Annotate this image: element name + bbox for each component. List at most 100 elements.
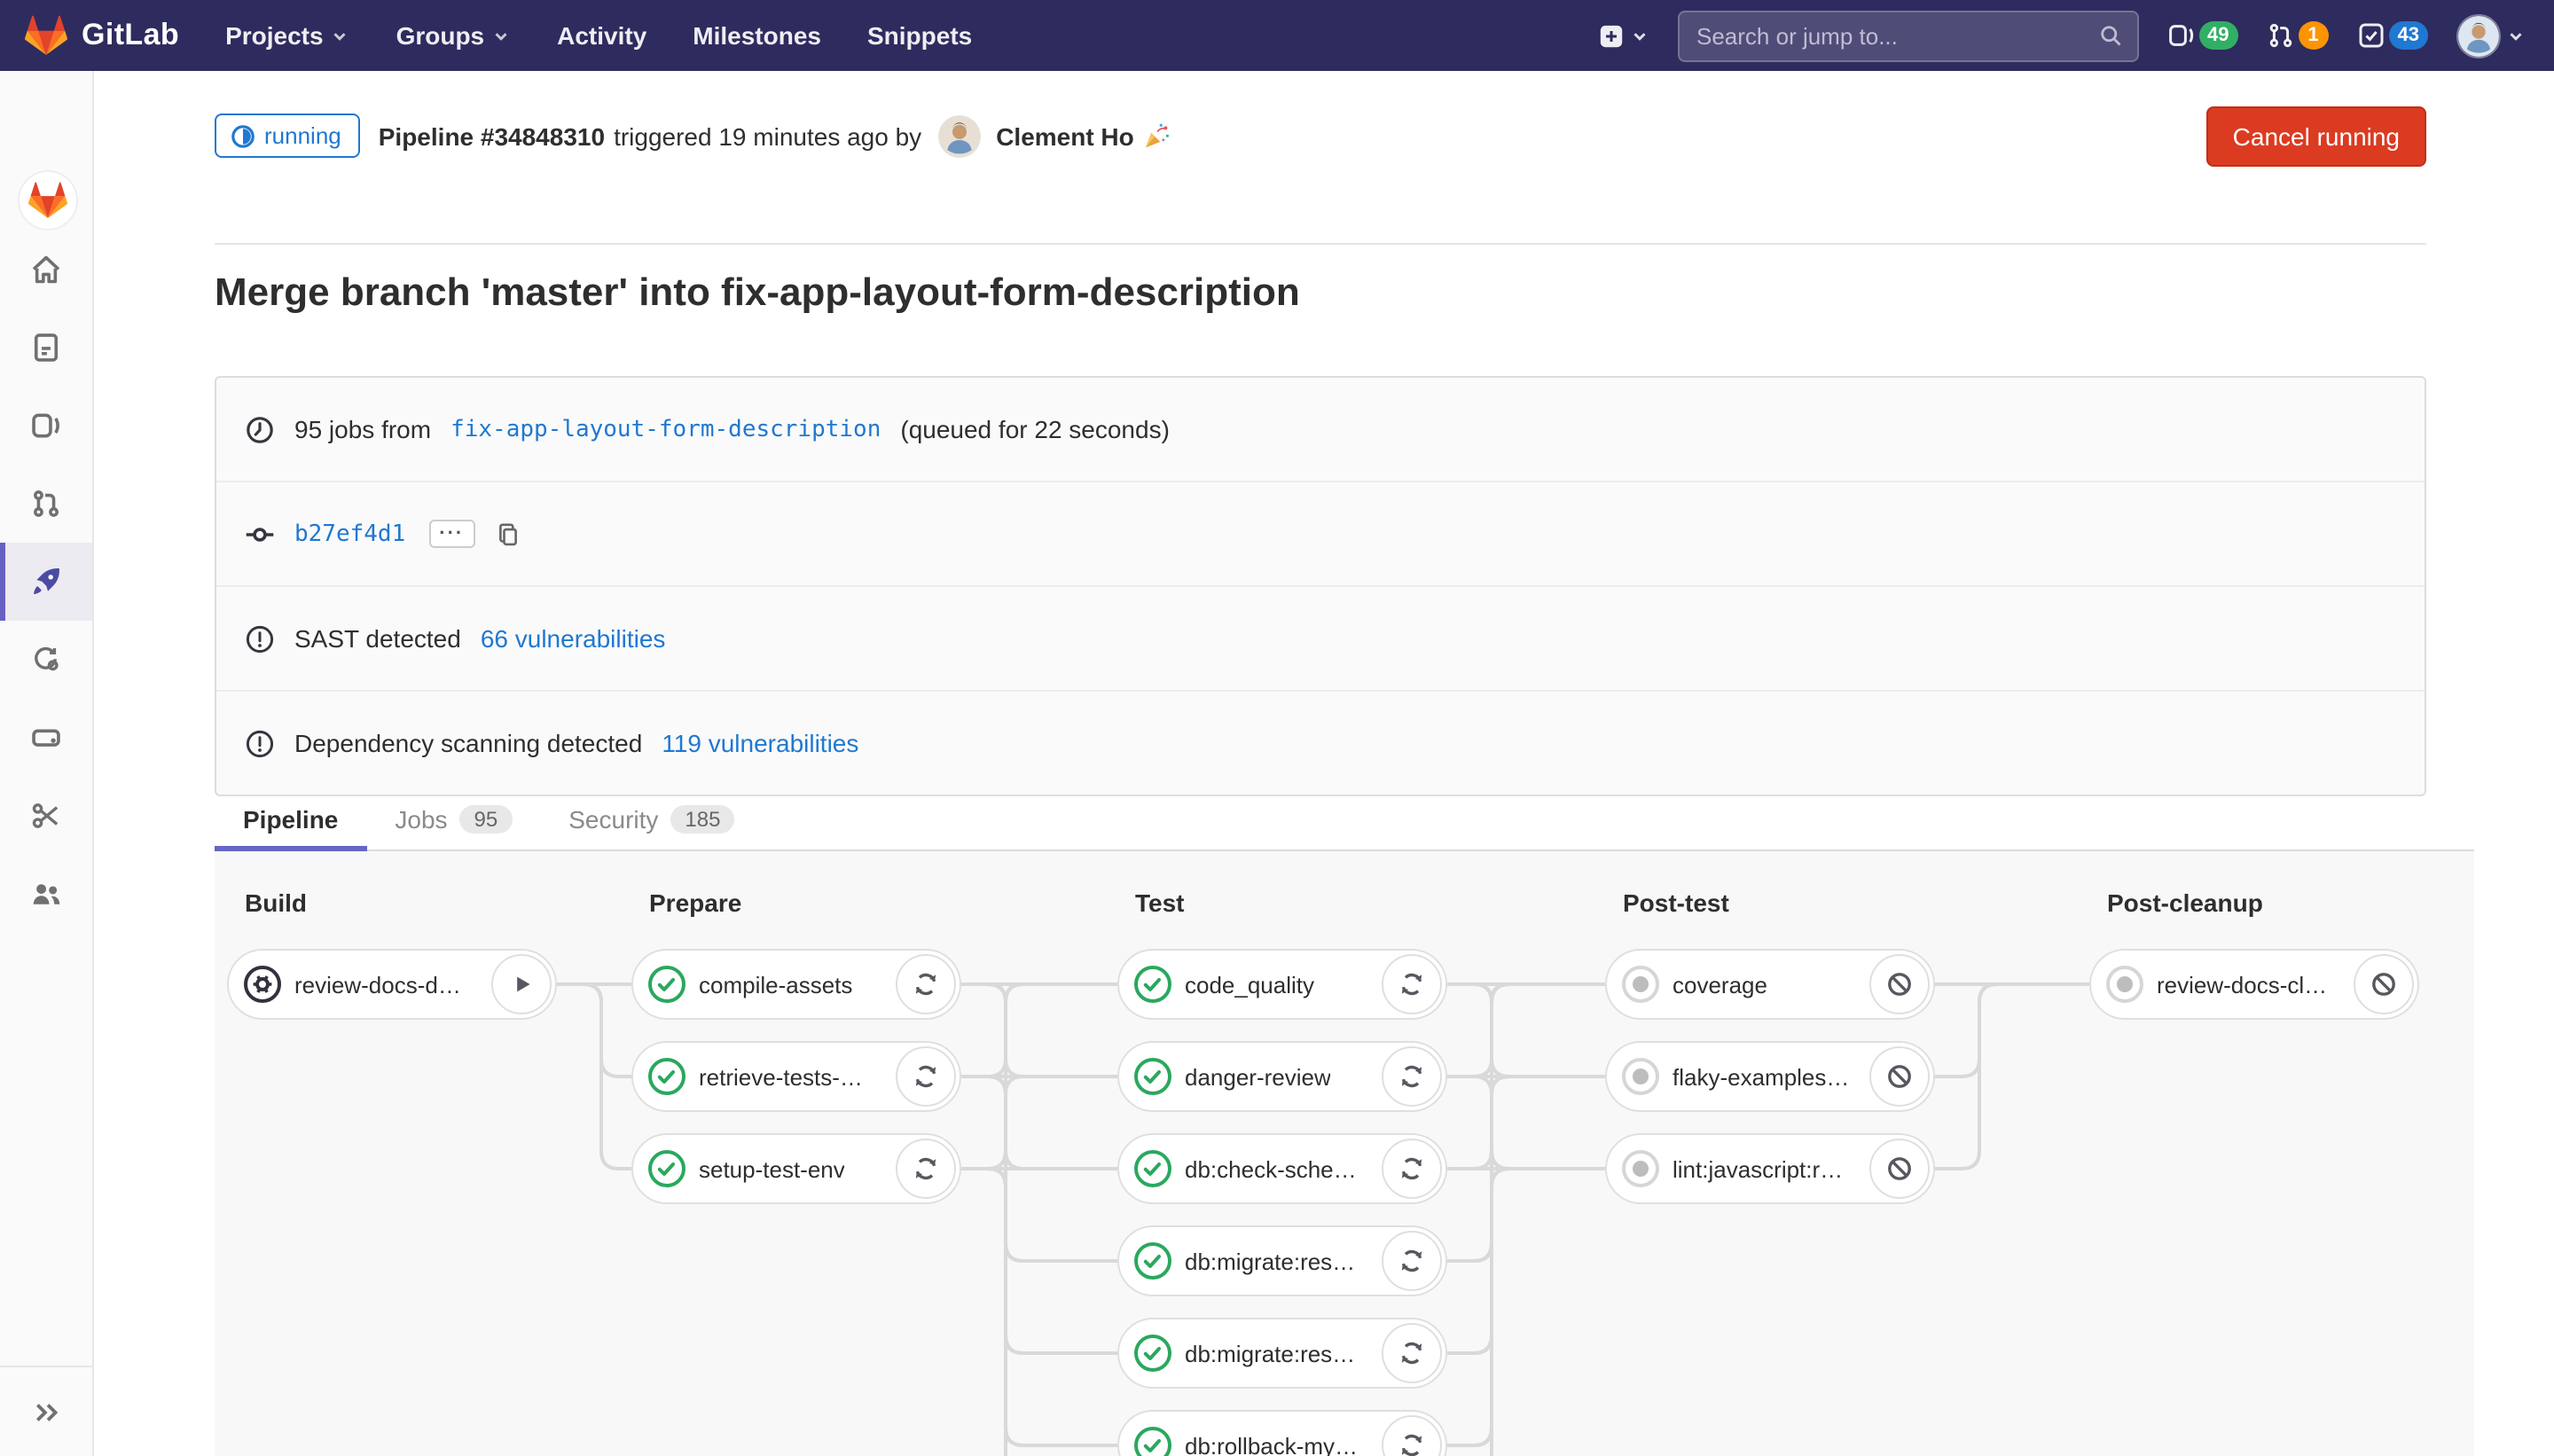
search-box[interactable] — [1677, 10, 2138, 61]
nav-item-projects[interactable]: Projects — [225, 21, 350, 50]
retry-job-button[interactable] — [1382, 1046, 1442, 1107]
nav-item-label: Groups — [396, 21, 485, 50]
issues-count-badge: 49 — [2198, 21, 2238, 50]
tab-pipeline[interactable]: Pipeline — [215, 789, 366, 849]
commit-sha-link[interactable]: b27ef4d1 — [294, 521, 405, 547]
cancel-job-button[interactable] — [1869, 1046, 1930, 1107]
pipeline-job-node[interactable]: lint:javascript:r… — [1605, 1133, 1935, 1204]
double-chevron-right-icon — [31, 1397, 61, 1427]
stage-header-build: Build — [245, 888, 307, 917]
pipeline-job-node[interactable]: db:migrate:res… — [1117, 1318, 1447, 1389]
alert-circle-icon — [245, 623, 275, 654]
tab-label: Pipeline — [243, 805, 338, 834]
retry-job-button[interactable] — [1382, 1323, 1442, 1383]
retry-job-button[interactable] — [896, 1046, 956, 1107]
sast-row: SAST detected 66 vulnerabilities — [216, 585, 2425, 690]
pipeline-job-node[interactable]: review-docs-d… — [227, 949, 557, 1020]
nav-item-label: Projects — [225, 21, 324, 50]
tab-security[interactable]: Security185 — [540, 789, 763, 849]
chevron-down-icon — [331, 26, 350, 45]
retry-job-button[interactable] — [1382, 1415, 1442, 1456]
cancel-running-button[interactable]: Cancel running — [2206, 106, 2426, 166]
jobs-count-text: 95 jobs from — [294, 415, 431, 443]
sidebar-item-ci-cd[interactable] — [0, 543, 92, 621]
project-avatar[interactable] — [18, 170, 78, 231]
pipeline-job-node[interactable]: coverage — [1605, 949, 1935, 1020]
cancel-job-button[interactable] — [1869, 1139, 1930, 1199]
todo-check-icon — [2357, 21, 2386, 50]
pipeline-job-node[interactable]: compile-assets — [631, 949, 961, 1020]
status-success-icon — [1133, 1057, 1172, 1096]
play-job-button[interactable] — [491, 954, 552, 1014]
nav-item-label: Milestones — [693, 21, 821, 50]
nav-item-milestones[interactable]: Milestones — [693, 21, 821, 50]
issues-counter[interactable]: 49 — [2166, 21, 2238, 50]
sidebar-item-project-overview[interactable] — [0, 231, 92, 309]
author-avatar[interactable] — [937, 114, 980, 157]
pipeline-job-node[interactable]: review-docs-cl… — [2089, 949, 2419, 1020]
status-created-icon — [1621, 965, 1660, 1004]
tab-jobs[interactable]: Jobs 95 — [366, 789, 540, 849]
cancel-job-button[interactable] — [2354, 954, 2414, 1014]
pipeline-job-node[interactable]: setup-test-env — [631, 1133, 961, 1204]
new-dropdown[interactable] — [1597, 22, 1649, 49]
pipeline-job-node[interactable]: db:check-sche… — [1117, 1133, 1447, 1204]
user-menu[interactable] — [2456, 13, 2526, 58]
copy-commit-button[interactable] — [494, 521, 521, 547]
chevron-down-icon — [2506, 26, 2526, 45]
pipeline-job-node[interactable]: db:migrate:res… — [1117, 1225, 1447, 1296]
status-created-icon — [2105, 965, 2144, 1004]
search-input[interactable] — [1693, 20, 2097, 51]
brand-name[interactable]: GitLab — [82, 18, 179, 53]
job-label: code_quality — [1185, 971, 1314, 998]
sidebar-item-snippets[interactable] — [0, 777, 92, 855]
sidebar-collapse-toggle[interactable] — [0, 1366, 92, 1456]
pipeline-status-badge[interactable]: running — [215, 114, 361, 158]
status-success-icon — [1133, 1334, 1172, 1373]
pipeline-job-node[interactable]: flaky-examples… — [1605, 1041, 1935, 1112]
top-navbar: GitLab Projects Groups Activity Milestones S… — [0, 0, 2554, 71]
gitlab-tanuki-logo-icon[interactable] — [25, 14, 67, 57]
merge-requests-counter[interactable]: 1 — [2267, 21, 2329, 50]
nav-item-snippets[interactable]: Snippets — [867, 21, 972, 50]
retry-job-button[interactable] — [1382, 1231, 1442, 1291]
pipeline-job-node[interactable]: code_quality — [1117, 949, 1447, 1020]
operations-icon — [30, 644, 62, 676]
registry-icon — [30, 722, 62, 754]
sidebar-item-repository[interactable] — [0, 309, 92, 387]
sidebar-item-issues[interactable] — [0, 387, 92, 465]
dependency-vulnerabilities-link[interactable]: 119 vulnerabilities — [662, 729, 858, 757]
main-content: running Pipeline #34848310 triggered 19 … — [92, 71, 2554, 1456]
nav-item-groups[interactable]: Groups — [396, 21, 512, 50]
status-manual-icon — [243, 965, 282, 1004]
retry-job-button[interactable] — [1382, 1139, 1442, 1199]
sidebar-item-registry[interactable] — [0, 699, 92, 777]
retry-job-button[interactable] — [896, 1139, 956, 1199]
nav-item-activity[interactable]: Activity — [557, 21, 646, 50]
job-label: danger-review — [1185, 1063, 1331, 1090]
commit-icon — [245, 519, 275, 549]
branch-link[interactable]: fix-app-layout-form-description — [450, 416, 881, 442]
job-label: setup-test-env — [699, 1155, 845, 1182]
pipeline-job-node[interactable]: db:rollback-my… — [1117, 1410, 1447, 1456]
sidebar-item-members[interactable] — [0, 855, 92, 933]
todos-counter[interactable]: 43 — [2357, 21, 2429, 50]
retry-job-button[interactable] — [896, 954, 956, 1014]
sidebar-item-merge-requests[interactable] — [0, 465, 92, 543]
tab-count-badge: 95 — [460, 805, 513, 834]
tab-label: Jobs — [395, 805, 447, 834]
status-created-icon — [1621, 1149, 1660, 1188]
sast-vulnerabilities-link[interactable]: 66 vulnerabilities — [481, 624, 666, 653]
cancel-job-button[interactable] — [1869, 954, 1930, 1014]
merge-request-icon — [2267, 21, 2295, 50]
dependency-row: Dependency scanning detected 119 vulnera… — [216, 690, 2425, 795]
tab-count-badge: 185 — [670, 805, 734, 834]
chevron-down-icon — [1629, 26, 1649, 45]
sidebar-item-operations[interactable] — [0, 621, 92, 699]
author-name[interactable]: Clement Ho — [996, 121, 1134, 150]
retry-job-button[interactable] — [1382, 954, 1442, 1014]
stage-header-prepare: Prepare — [649, 888, 741, 917]
commit-expand-button[interactable]: ··· — [428, 520, 474, 548]
pipeline-job-node[interactable]: retrieve-tests-… — [631, 1041, 961, 1112]
pipeline-job-node[interactable]: danger-review — [1117, 1041, 1447, 1112]
